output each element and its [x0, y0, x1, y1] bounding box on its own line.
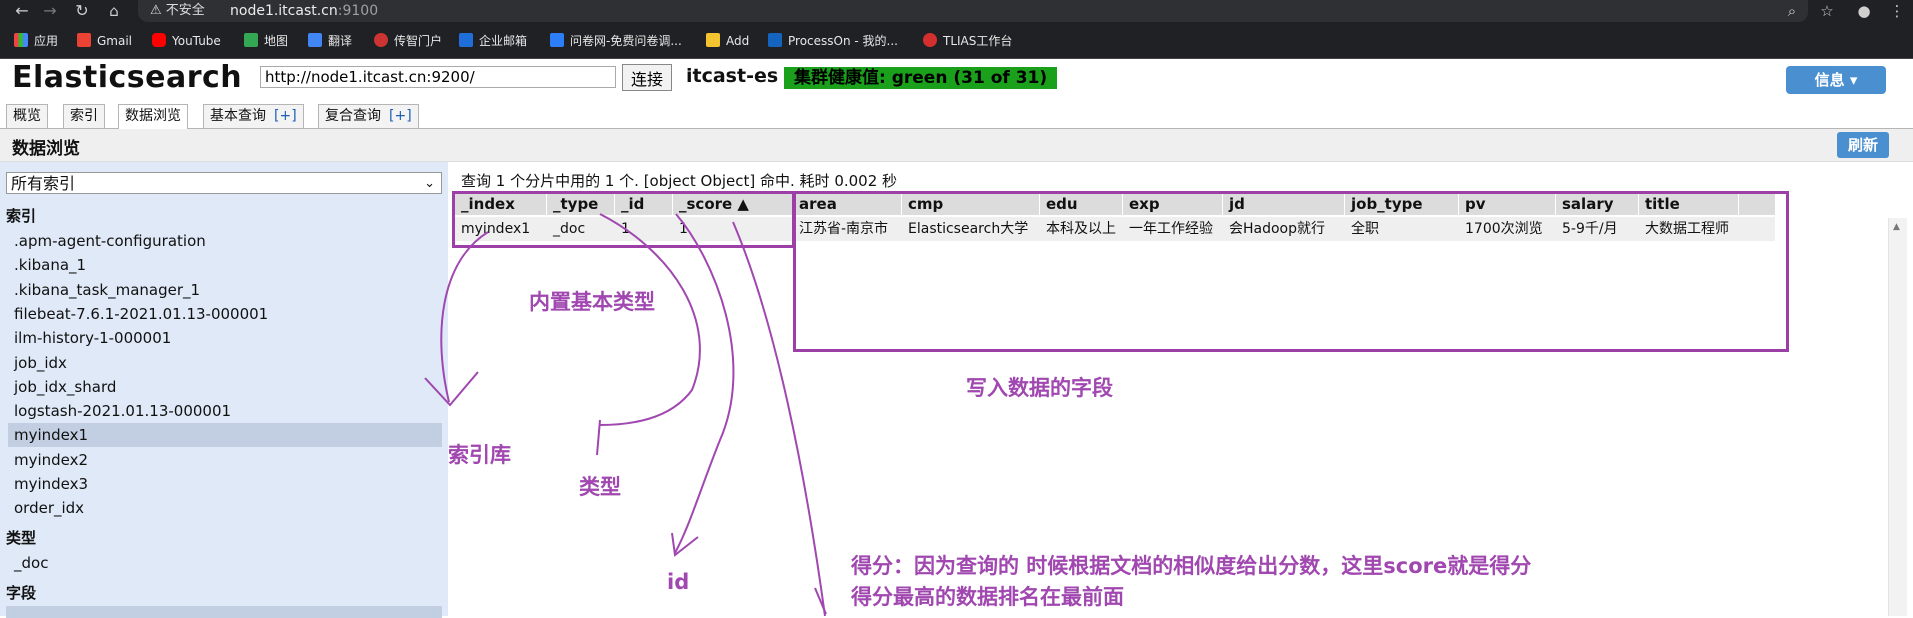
- annotation-written-fields: 写入数据的字段: [966, 376, 1113, 400]
- arrow-type-head: [596, 419, 601, 456]
- arrow-index-head: [424, 371, 479, 407]
- annotation-type: 类型: [579, 475, 621, 499]
- arrow-type: [598, 213, 701, 426]
- annotation-id: id: [667, 570, 690, 594]
- arrow-score-head: [814, 587, 827, 615]
- annotation-builtin-types: 内置基本类型: [529, 290, 655, 314]
- annotation-score-line2: 得分最高的数据排名在最前面: [851, 585, 1124, 609]
- annotation-score-line1: 得分：因为查询的 时候根据文档的相似度给出分数，这里score就是得分: [851, 554, 1532, 578]
- annotation-arrows: [424, 213, 827, 616]
- arrow-score: [732, 221, 826, 616]
- annotation-index-lib: 索引库: [448, 443, 511, 467]
- arrow-index: [440, 231, 489, 403]
- arrow-id: [674, 213, 735, 554]
